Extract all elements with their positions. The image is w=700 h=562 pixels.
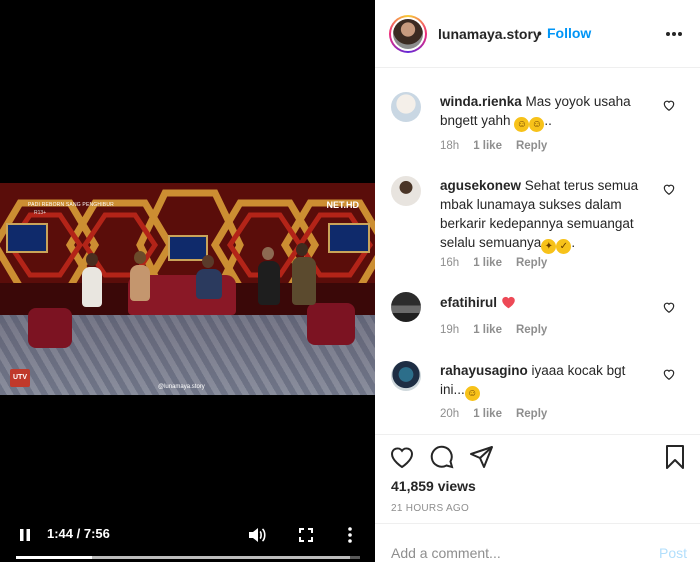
more-vertical-icon [348,527,352,543]
comment-likes[interactable]: 1 like [473,324,502,336]
video-controls: 1:44 / 7:56 [0,520,375,562]
corner-logo: UTV [10,369,30,387]
post-username[interactable]: lunamaya.story [438,26,541,42]
reply-button[interactable]: Reply [516,408,547,420]
host-figure [292,257,316,305]
comment-input[interactable]: Add a comment... [391,545,501,561]
separator-dot: • [537,25,542,41]
post-sidebar: lunamaya.story • Follow winda.rienka Mas… [375,0,700,562]
video-watermark: @lunamaya.story [158,384,205,390]
rating-overlay: R13+ [34,210,47,216]
more-options-button[interactable] [665,24,683,42]
comment-meta: 16h 1 like Reply [440,257,561,269]
fullscreen-button[interactable] [295,524,317,546]
post-header: lunamaya.story • Follow [375,0,700,68]
comment-time[interactable]: 19h [440,324,459,336]
reply-button[interactable]: Reply [516,140,547,152]
video-time: 1:44 / 7:56 [47,526,110,541]
stage-screen [6,223,48,253]
comment-avatar[interactable] [391,176,421,206]
comment-like-icon[interactable] [662,98,676,112]
video-more-button[interactable] [339,524,361,546]
view-count: 41,859 views [391,478,476,494]
comment-time[interactable]: 16h [440,257,459,269]
host-figure [196,269,222,299]
rofl-emoji-icon: ☺ [514,117,530,132]
comment-likes[interactable]: 1 like [473,140,502,152]
duration: 7:56 [83,526,110,541]
channel-logo: NET.HD [326,200,359,210]
reply-button[interactable]: Reply [516,257,547,269]
comment-time[interactable]: 18h [440,140,459,152]
fullscreen-icon [299,528,313,542]
comment-likes[interactable]: 1 like [473,257,502,269]
comment-avatar[interactable] [391,361,421,391]
composer-divider [375,523,700,524]
post-actions [375,444,700,474]
avatar[interactable] [389,15,427,53]
comment-username[interactable]: rahayusagino [440,363,528,378]
reply-button[interactable]: Reply [516,324,547,336]
post-comment-button[interactable]: Post [659,545,687,561]
post-timestamp[interactable]: 21 HOURS AGO [391,503,469,514]
comment-meta: 18h 1 like Reply [440,140,561,152]
comment-likes[interactable]: 1 like [473,408,502,420]
stage-pouf [28,308,72,348]
pause-icon [20,529,30,541]
video-progress-bar[interactable] [16,556,360,559]
red-heart-icon [502,296,515,309]
stage-screen [328,223,370,253]
host-figure [258,261,280,305]
comment-username[interactable]: agusekonew [440,178,521,193]
heart-icon[interactable] [389,444,415,470]
grinning-sweat-emoji-icon: ☺ [464,386,480,401]
rofl-emoji-icon: ☺ [529,117,545,132]
section-divider [375,434,700,435]
host-figure [82,267,102,307]
share-icon[interactable] [469,444,495,470]
flexed-biceps-icon: ✦ [541,239,557,254]
bookmark-icon[interactable] [662,444,688,470]
thumbs-up-icon: ✓ [556,239,572,254]
comment-username[interactable]: efatihirul [440,295,497,310]
comment-username[interactable]: winda.rienka [440,94,522,109]
current-time: 1:44 [47,526,74,541]
volume-button[interactable] [246,524,268,546]
video-player[interactable]: PADI REBORN SANG PENGHIBUR R13+ NET.HD U… [0,0,375,562]
comment-avatar[interactable] [391,292,421,322]
ellipsis-icon [666,32,682,36]
comment-meta: 20h 1 like Reply [440,408,561,420]
pause-button[interactable] [14,524,36,546]
video-frame[interactable]: PADI REBORN SANG PENGHIBUR R13+ NET.HD U… [0,183,375,395]
comment-like-icon[interactable] [662,367,676,381]
comment-like-icon[interactable] [662,182,676,196]
comment-icon[interactable] [429,444,455,470]
stage-pouf [307,303,355,345]
comment-like-icon[interactable] [662,300,676,314]
host-figure [130,265,150,301]
follow-button[interactable]: Follow [547,25,591,41]
volume-icon [249,528,266,542]
comment-meta: 19h 1 like Reply [440,324,561,336]
comment-time[interactable]: 20h [440,408,459,420]
progress-played [16,556,92,559]
program-title-overlay: PADI REBORN SANG PENGHIBUR [28,202,114,208]
comment-avatar[interactable] [391,92,421,122]
